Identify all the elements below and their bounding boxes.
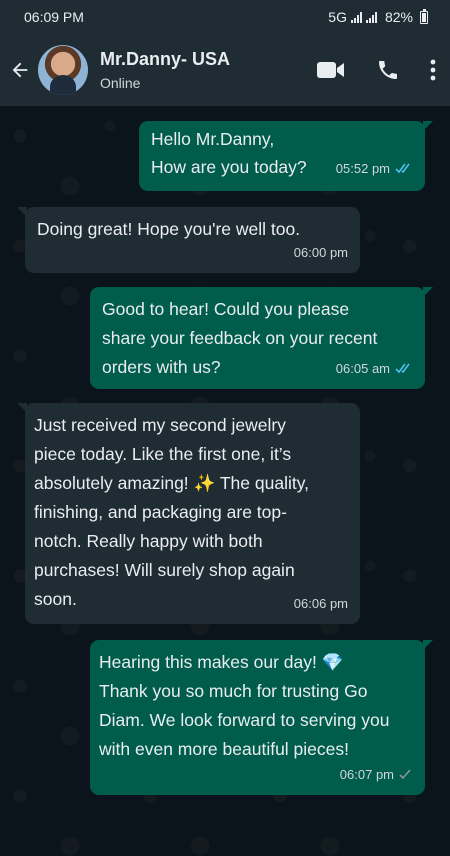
double-check-icon — [395, 163, 413, 174]
voice-call-icon[interactable] — [376, 58, 400, 82]
message-incoming[interactable]: Just received my second jewelry piece to… — [17, 403, 360, 624]
message-meta: 06:05 am — [336, 354, 413, 383]
message-time: 05:52 pm — [335, 161, 390, 176]
message-meta: 06:00 pm — [294, 238, 348, 267]
network-type: 5G — [328, 9, 347, 25]
contact-status: Online — [100, 75, 141, 91]
chat-area[interactable]: Hello Mr.Danny, How are you today? 05:52… — [0, 106, 450, 856]
status-indicators: 5G 82% — [328, 8, 428, 25]
video-call-icon[interactable] — [316, 59, 346, 81]
message-time: 06:07 pm — [339, 767, 394, 782]
status-time: 06:09 PM — [24, 9, 84, 25]
signal-icon — [365, 11, 377, 23]
battery-level: 82% — [384, 9, 413, 25]
message-outgoing[interactable]: Hearing this makes our day! 💎 Thank you … — [90, 640, 433, 795]
message-time: 06:05 am — [335, 361, 390, 376]
message-meta: 06:06 pm — [294, 589, 348, 618]
message-incoming[interactable]: Doing great! Hope you're well too. 06:00… — [17, 207, 360, 273]
message-text: Just received my second jewelry piece to… — [34, 415, 310, 609]
single-check-icon — [399, 769, 413, 780]
message-text: Hearing this makes our day! 💎 Thank you … — [99, 652, 390, 759]
chat-header: Mr.Danny- USA Online — [0, 34, 450, 106]
message-outgoing[interactable]: Good to hear! Could you please share you… — [90, 287, 433, 389]
message-meta: 05:52 pm — [336, 154, 413, 183]
message-outgoing[interactable]: Hello Mr.Danny, How are you today? 05:52… — [139, 121, 433, 191]
double-check-icon — [395, 363, 413, 374]
avatar[interactable] — [38, 45, 88, 95]
signal-icon — [350, 11, 362, 23]
status-bar: 06:09 PM 5G 82% — [0, 0, 450, 34]
message-time: 06:06 pm — [293, 596, 348, 611]
message-meta: 06:07 pm — [340, 760, 413, 789]
battery-icon — [420, 8, 428, 24]
contact-info[interactable]: Mr.Danny- USA Online — [100, 49, 230, 91]
more-options-icon[interactable] — [430, 59, 436, 81]
back-arrow-icon[interactable] — [0, 34, 40, 106]
message-time: 06:00 pm — [293, 245, 348, 260]
header-actions — [316, 34, 436, 106]
contact-name: Mr.Danny- USA — [100, 49, 231, 69]
